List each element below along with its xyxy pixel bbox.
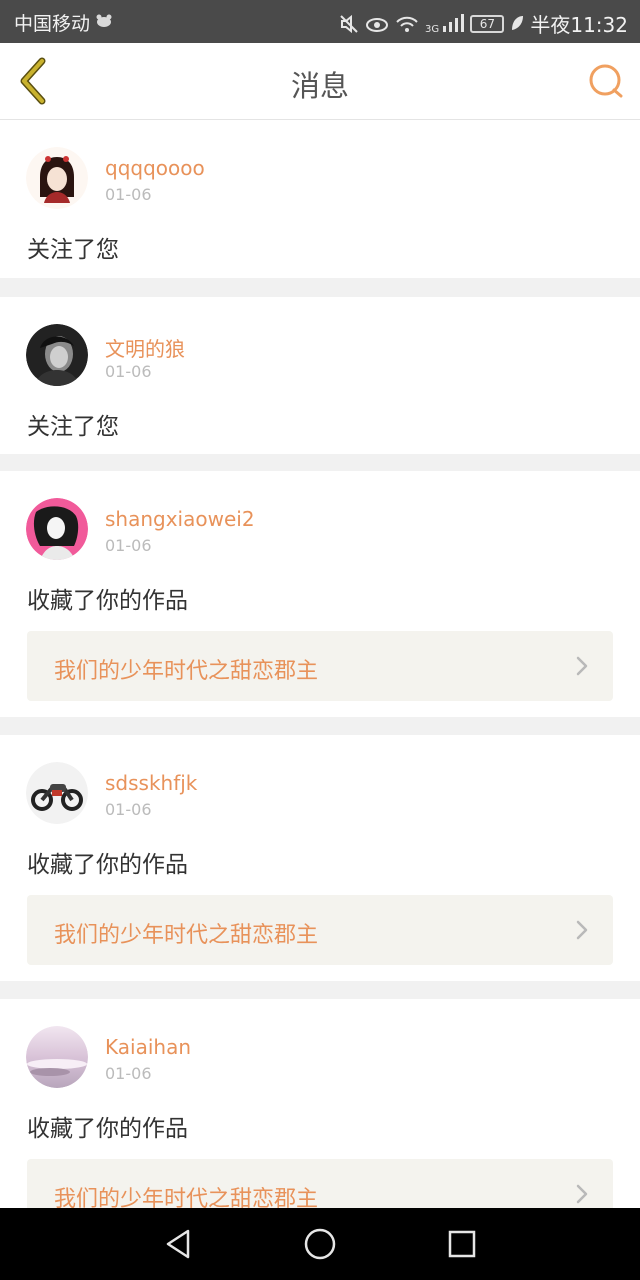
chat-bubble-icon [589, 64, 623, 98]
signal-icon: 3G [425, 13, 465, 35]
message-card[interactable]: shangxiaowei2 01-06 收藏了你的作品 我们的少年时代之甜恋郡主 [0, 471, 640, 717]
nav-recents-button[interactable] [444, 1226, 480, 1262]
message-text: 关注了您 [27, 237, 119, 263]
username[interactable]: sdsskhfjk [105, 771, 197, 795]
message-card[interactable]: Kaiaihan 01-06 收藏了你的作品 我们的少年时代之甜恋郡主 [0, 999, 640, 1208]
username[interactable]: qqqqoooo [105, 156, 205, 180]
nav-back-button[interactable] [160, 1226, 196, 1262]
message-date: 01-06 [105, 362, 152, 381]
page-title: 消息 [290, 69, 349, 103]
status-bar: 中国移动 3G 67 半夜11:32 [0, 0, 640, 43]
leaf-icon [510, 14, 524, 34]
work-link[interactable]: 我们的少年时代之甜恋郡主 [27, 1159, 613, 1208]
message-date: 01-06 [105, 536, 152, 555]
system-nav-bar [0, 1208, 640, 1280]
message-date: 01-06 [105, 1064, 152, 1083]
username[interactable]: shangxiaowei2 [105, 507, 255, 531]
message-card[interactable]: 文明的狼 01-06 关注了您 [0, 297, 640, 454]
avatar[interactable] [26, 324, 88, 386]
network-label: 3G [425, 23, 440, 35]
notification-icon [94, 13, 114, 33]
eye-icon [365, 14, 389, 34]
chevron-right-icon [576, 1184, 588, 1204]
nav-home-button[interactable] [302, 1226, 338, 1262]
home-circle-icon [304, 1228, 336, 1260]
carrier-label: 中国移动 [14, 13, 91, 35]
work-link[interactable]: 我们的少年时代之甜恋郡主 [27, 631, 613, 701]
message-text: 收藏了你的作品 [27, 588, 188, 614]
chevron-right-icon [576, 656, 588, 676]
battery-icon: 67 [470, 14, 505, 33]
work-title: 我们的少年时代之甜恋郡主 [54, 923, 319, 948]
username[interactable]: 文明的狼 [105, 333, 185, 362]
work-link[interactable]: 我们的少年时代之甜恋郡主 [27, 895, 613, 965]
message-text: 收藏了你的作品 [27, 1116, 188, 1142]
message-text: 收藏了你的作品 [27, 852, 188, 878]
recents-square-icon [448, 1230, 476, 1258]
avatar[interactable] [26, 498, 88, 560]
message-list[interactable]: qqqqoooo 01-06 关注了您 文明的狼 01-06 关注了您 shan… [0, 120, 640, 1208]
header-bar: 消息 [0, 43, 640, 120]
work-title: 我们的少年时代之甜恋郡主 [54, 1187, 319, 1208]
avatar[interactable] [26, 762, 88, 824]
message-card[interactable]: sdsskhfjk 01-06 收藏了你的作品 我们的少年时代之甜恋郡主 [0, 735, 640, 981]
message-date: 01-06 [105, 185, 152, 204]
chat-button[interactable] [586, 61, 626, 101]
avatar[interactable] [26, 1026, 88, 1088]
work-title: 我们的少年时代之甜恋郡主 [54, 659, 319, 684]
back-triangle-icon [166, 1229, 190, 1259]
username[interactable]: Kaiaihan [105, 1035, 191, 1059]
message-text: 关注了您 [27, 414, 119, 440]
chevron-right-icon [576, 920, 588, 940]
wifi-icon [395, 14, 419, 34]
mute-icon [339, 14, 359, 34]
avatar[interactable] [26, 147, 88, 209]
status-time: 半夜11:32 [530, 13, 628, 37]
message-card[interactable]: qqqqoooo 01-06 关注了您 [0, 120, 640, 278]
message-date: 01-06 [105, 800, 152, 819]
